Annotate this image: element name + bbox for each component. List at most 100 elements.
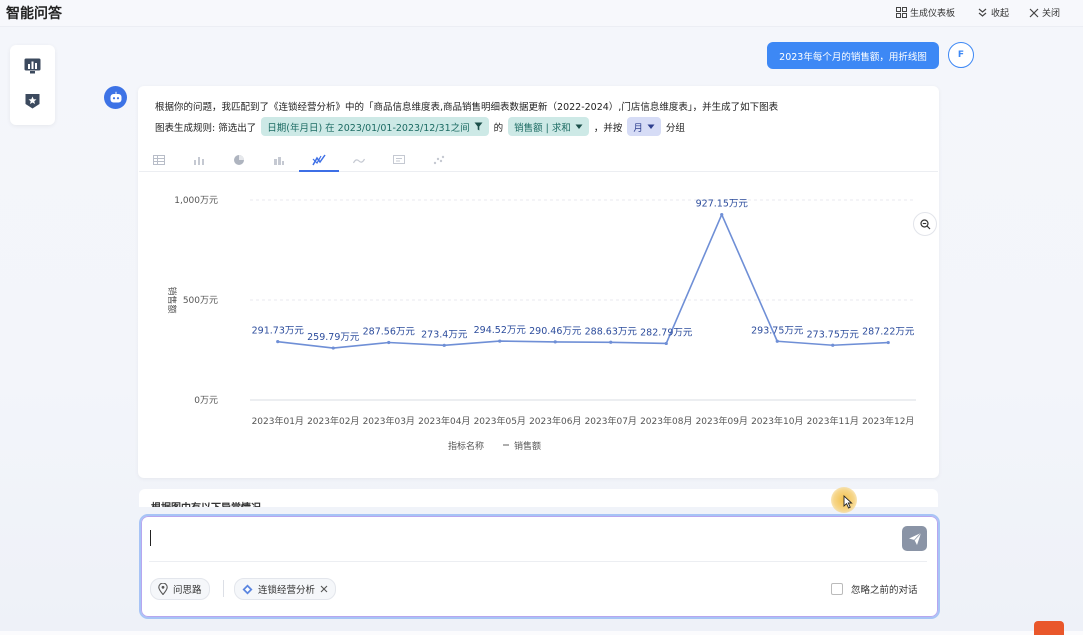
side-toolbar [10,45,55,125]
card-chart-icon [393,155,405,164]
tab-table[interactable] [139,150,179,170]
zoom-out-icon [919,218,930,229]
data-label: 273.4万元 [421,329,468,340]
tab-scatter[interactable] [419,150,459,170]
group-suffix: 分组 [665,122,685,134]
chip-separator [223,580,224,597]
answer-summary: 根据你的问题，我匹配到了《连锁经营分析》中的「商品信息维度表,商品销售明细表数据… [155,102,779,113]
user-avatar[interactable]: F [948,42,974,68]
data-label: 291.73万元 [252,326,305,337]
x-tick-label: 2023年02月 [307,415,359,427]
area-chart-icon [353,158,365,164]
x-tick-label: 2023年11月 [807,415,859,427]
chevron-double-down-icon [978,8,987,17]
close-button[interactable]: 关闭 [1029,6,1060,19]
user-question-bubble: 2023年每个月的销售额，用折线图 [767,42,939,69]
legend-item: 销售额 [514,440,541,452]
data-label: 294.52万元 [474,325,527,336]
data-point [442,343,446,347]
text-cursor [150,530,151,546]
data-point [387,340,391,345]
x-tick-label: 2023年04月 [418,415,470,427]
remove-icon[interactable] [320,585,328,593]
legend-title: 指标名称 [448,440,484,452]
ignore-history-checkbox[interactable] [831,583,843,595]
of-text: 的 [493,122,504,134]
data-point [276,340,280,344]
x-tick-label: 2023年12月 [862,415,914,427]
tab-stacked-bar[interactable] [259,150,299,170]
group-chip[interactable]: 月 [627,117,661,136]
measure-chip-label: 销售额 | 求和 [514,122,571,134]
x-tick-label: 2023年05月 [474,415,526,427]
group-prefix: ，并按 [593,122,623,134]
pie-chart-icon [234,155,244,165]
thinking-chip-label: 问思路 [173,585,202,596]
y-tick-label: 500万元 [183,296,218,306]
question-input[interactable] [156,526,890,552]
input-divider [149,561,927,562]
star-badge-icon [25,94,40,109]
sales-line-chart: 0万元 500万元 1,000万元销售额 2023年01月 2023年02月 2023年0… [166,196,916,452]
brand-logo [1034,621,1064,635]
data-point [886,340,890,345]
data-label: 293.75万元 [751,325,804,336]
favorites-tool[interactable] [24,93,41,109]
data-label: 288.63万元 [585,326,638,337]
data-point [331,346,335,350]
group-chip-label: 月 [633,122,643,134]
x-tick-label: 2023年01月 [252,415,304,427]
tab-line[interactable] [299,150,339,172]
generate-dashboard-label: 生成仪表板 [910,9,956,19]
location-pin-icon [158,583,168,595]
table-icon [153,155,165,165]
dashboard-icon [896,7,907,18]
x-tick-label: 2023年10月 [751,415,803,427]
close-label: 关闭 [1042,9,1061,19]
filter-chip-label: 日期(年月日) 在 2023/01/01-2023/12/31之间 [267,122,470,134]
dataset-chip[interactable]: 连锁经营分析 [234,578,337,600]
line-chart-icon [312,154,326,166]
y-tick-label: 1,000万元 [174,196,218,206]
data-label: 287.56万元 [363,326,416,337]
data-point [775,339,779,343]
bar-board-icon [24,58,41,74]
data-label: 282.79万元 [640,327,693,338]
zoom-button[interactable] [913,212,937,236]
assistant-avatar [104,86,127,109]
x-tick-label: 2023年06月 [529,415,581,427]
tab-area[interactable] [339,150,379,170]
tab-card[interactable] [379,150,419,170]
data-label: 290.46万元 [529,326,582,337]
data-label: 273.75万元 [807,329,860,340]
data-label: 927.15万元 [696,199,749,210]
y-axis-label: 销售额 [166,286,178,313]
send-icon [908,532,921,545]
filter-chip[interactable]: 日期(年月日) 在 2023/01/01-2023/12/31之间 [261,117,489,136]
collapse-button[interactable]: 收起 [977,6,1009,19]
thinking-chip[interactable]: 问思路 [150,578,210,600]
data-label: 259.79万元 [307,332,360,343]
stacked-bar-icon [274,157,284,165]
data-point [553,340,557,344]
close-icon [1029,8,1039,17]
bottom-bar [0,631,1083,635]
generate-dashboard-button[interactable]: 生成仪表板 [896,6,955,19]
chart-type-tabs [139,146,938,172]
data-point [664,341,668,346]
mouse-pointer-icon [843,495,853,509]
measure-chip[interactable]: 销售额 | 求和 [508,117,589,136]
data-point [609,340,613,344]
send-button[interactable] [902,526,927,551]
caret-down-icon [575,124,583,129]
x-tick-label: 2023年03月 [363,415,415,427]
tab-pie[interactable] [219,150,259,170]
dataset-chip-label: 连锁经营分析 [258,585,316,596]
robot-icon [110,91,121,102]
chart-board-tool[interactable] [24,58,41,74]
anomaly-heading: 根据图中有以下异常情况 [151,499,261,507]
caret-down-icon [647,124,655,129]
data-point [720,212,724,217]
tab-bar[interactable] [179,150,219,170]
y-tick-label: 0万元 [194,396,218,406]
